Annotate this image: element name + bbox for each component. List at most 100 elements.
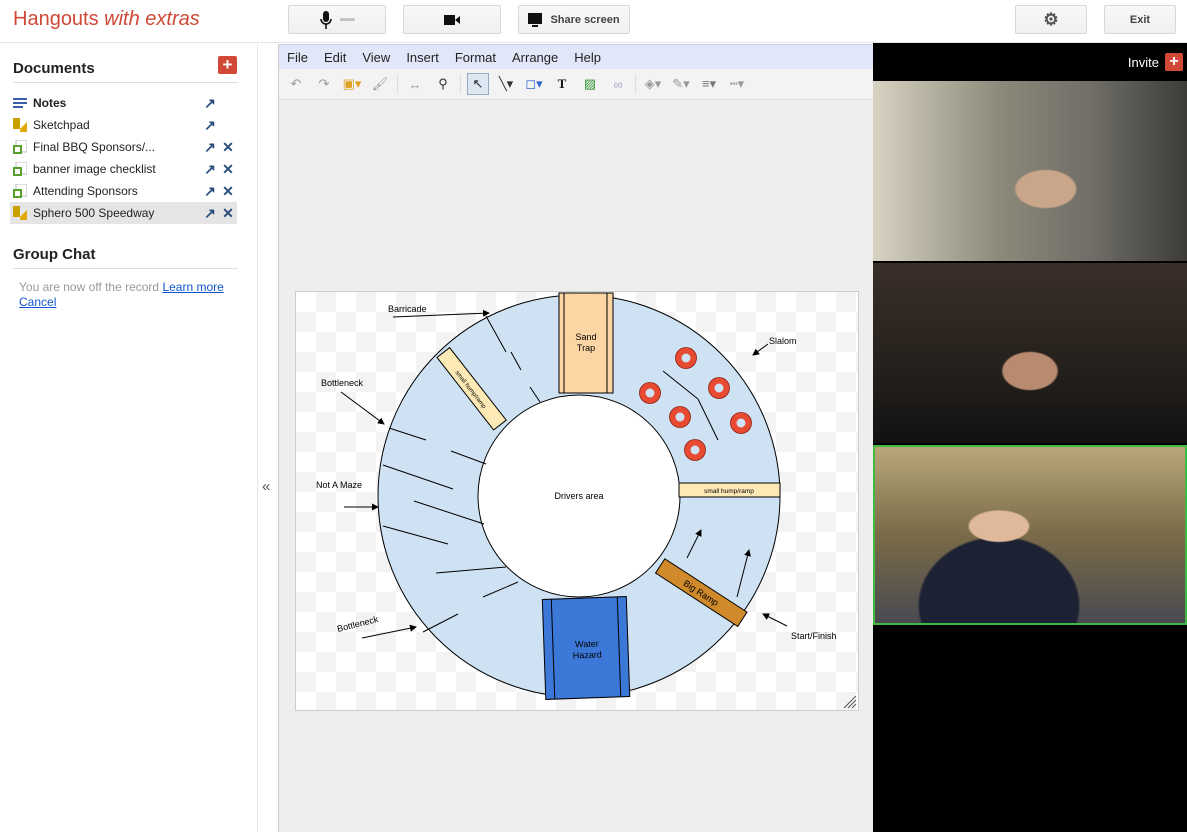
hump-label: small hump/ramp bbox=[704, 488, 754, 495]
separator bbox=[397, 74, 398, 94]
bottleneck-label: Bottleneck bbox=[321, 378, 364, 388]
invite-button[interactable]: Invite + bbox=[1128, 53, 1183, 71]
line-color-icon[interactable]: ✎▾ bbox=[670, 73, 692, 95]
menu-view[interactable]: View bbox=[362, 50, 398, 65]
insert-image-icon[interactable]: ▣▾ bbox=[341, 73, 363, 95]
spreadsheet-icon bbox=[13, 184, 27, 198]
add-document-button[interactable]: + bbox=[218, 56, 237, 74]
open-in-new-icon[interactable]: ↗ bbox=[201, 161, 219, 178]
drawing-icon bbox=[13, 118, 27, 132]
document-label: Attending Sponsors bbox=[33, 184, 138, 198]
invite-label: Invite bbox=[1127, 54, 1159, 70]
document-item[interactable]: Sketchpad ↗ bbox=[10, 114, 237, 136]
document-item[interactable]: banner image checklist ↗ ✕ bbox=[10, 158, 237, 180]
menu-bar: File Edit View Insert Format Arrange Help bbox=[279, 44, 873, 69]
line-weight-icon[interactable]: ≡▾ bbox=[698, 73, 720, 95]
mic-button[interactable]: ▪▪▪▪▪ bbox=[288, 5, 386, 34]
video-panel: Invite + bbox=[873, 43, 1187, 832]
document-label: banner image checklist bbox=[33, 162, 156, 176]
separator bbox=[635, 74, 636, 94]
document-label: Notes bbox=[33, 96, 67, 110]
open-in-new-icon[interactable]: ↗ bbox=[201, 183, 219, 200]
document-item[interactable]: Notes ↗ bbox=[10, 92, 237, 114]
line-icon[interactable]: ╲▾ bbox=[495, 73, 517, 95]
small-hump-ramp-right[interactable]: small hump/ramp bbox=[678, 482, 781, 498]
sand-trap[interactable]: SandTrap bbox=[558, 292, 614, 394]
participant-video-active[interactable] bbox=[873, 445, 1187, 625]
cancel-link[interactable]: Cancel bbox=[19, 295, 56, 309]
camera-button[interactable] bbox=[403, 5, 501, 34]
off-record-text: You are now off the record bbox=[19, 280, 163, 294]
spreadsheet-icon bbox=[13, 140, 27, 154]
document-item[interactable]: Sphero 500 Speedway ↗ ✕ bbox=[10, 202, 237, 224]
document-label: Sphero 500 Speedway bbox=[33, 206, 155, 220]
exit-label: Exit bbox=[1129, 13, 1151, 26]
shape-icon[interactable]: ◻▾ bbox=[523, 73, 545, 95]
drawing-icon bbox=[13, 206, 27, 220]
barricade-label: Barricade bbox=[388, 304, 427, 314]
fit-icon[interactable]: ↔ bbox=[404, 73, 426, 95]
open-in-new-icon[interactable]: ↗ bbox=[201, 117, 219, 134]
app-title-extras: with extras bbox=[104, 8, 200, 30]
sand-trap-label: Sand bbox=[575, 332, 596, 342]
drawing-editor: File Edit View Insert Format Arrange Help ↶ ↷ … bbox=[278, 44, 873, 832]
collapse-sidebar-button[interactable]: « bbox=[262, 478, 270, 495]
separator bbox=[460, 74, 461, 94]
fill-color-icon[interactable]: ◈▾ bbox=[642, 73, 664, 95]
resize-handle-icon[interactable] bbox=[843, 695, 857, 709]
exit-button[interactable]: Exit bbox=[1104, 5, 1176, 34]
sand-trap-label: Trap bbox=[577, 343, 595, 353]
undo-icon[interactable]: ↶ bbox=[285, 73, 307, 95]
notes-icon bbox=[13, 98, 27, 108]
group-chat-heading: Group Chat bbox=[13, 246, 96, 263]
open-in-new-icon[interactable]: ↗ bbox=[201, 95, 219, 112]
share-screen-button[interactable]: Share screen bbox=[518, 5, 630, 34]
slalom-label: Slalom bbox=[769, 336, 797, 346]
close-icon[interactable]: ✕ bbox=[219, 183, 237, 200]
drawing-canvas[interactable]: Sand Trap Water Hazard Big Ramp small hump… bbox=[295, 291, 859, 711]
not-a-maze-label: Not A Maze bbox=[316, 480, 362, 490]
document-item[interactable]: Final BBQ Sponsors/... ↗ ✕ bbox=[10, 136, 237, 158]
paint-format-icon[interactable]: 🖌 bbox=[369, 73, 391, 95]
app-title: Hangouts with extras bbox=[13, 8, 200, 31]
participant-video[interactable] bbox=[873, 263, 1187, 443]
select-icon[interactable]: ↖ bbox=[467, 73, 489, 95]
monitor-icon bbox=[528, 12, 543, 27]
share-screen-label: Share screen bbox=[550, 13, 620, 26]
divider bbox=[13, 82, 238, 83]
water-hazard-label: Hazard bbox=[573, 649, 602, 660]
chat-system-message: You are now off the record Learn more Ca… bbox=[19, 280, 229, 310]
water-hazard[interactable]: WaterHazard bbox=[541, 596, 631, 700]
close-icon[interactable]: ✕ bbox=[219, 139, 237, 156]
open-in-new-icon[interactable]: ↗ bbox=[201, 205, 219, 222]
menu-format[interactable]: Format bbox=[455, 50, 504, 65]
start-finish-label: Start/Finish bbox=[791, 631, 837, 641]
menu-help[interactable]: Help bbox=[574, 50, 609, 65]
app-title-main: Hangouts bbox=[13, 8, 105, 30]
document-item[interactable]: Attending Sponsors ↗ ✕ bbox=[10, 180, 237, 202]
video-camera-icon bbox=[444, 14, 460, 25]
settings-button[interactable]: ⚙ bbox=[1015, 5, 1087, 34]
spreadsheet-icon bbox=[13, 162, 27, 176]
open-in-new-icon[interactable]: ↗ bbox=[201, 139, 219, 156]
close-icon[interactable]: ✕ bbox=[219, 205, 237, 222]
zoom-icon[interactable]: ⚲ bbox=[432, 73, 454, 95]
link-icon[interactable]: ∞ bbox=[607, 73, 629, 95]
menu-insert[interactable]: Insert bbox=[406, 50, 447, 65]
menu-file[interactable]: File bbox=[287, 50, 316, 65]
text-box-icon[interactable]: T bbox=[551, 73, 573, 95]
close-icon[interactable]: ✕ bbox=[219, 161, 237, 178]
top-bar: Hangouts with extras ▪▪▪▪▪ Share screen … bbox=[0, 0, 1187, 43]
bottleneck-label: Bottleneck bbox=[336, 614, 380, 634]
redo-icon[interactable]: ↷ bbox=[313, 73, 335, 95]
menu-edit[interactable]: Edit bbox=[324, 50, 354, 65]
toolbar: ↶ ↷ ▣▾ 🖌 ↔ ⚲ ↖ ╲▾ ◻▾ T ▨ ∞ ◈▾ ✎▾ ≡▾ ┅▾ bbox=[279, 69, 873, 100]
microphone-icon bbox=[319, 10, 332, 29]
image-icon[interactable]: ▨ bbox=[579, 73, 601, 95]
learn-more-link[interactable]: Learn more bbox=[162, 280, 223, 294]
participant-video[interactable] bbox=[873, 81, 1187, 261]
line-dash-icon[interactable]: ┅▾ bbox=[726, 73, 748, 95]
drivers-area-label: Drivers area bbox=[554, 491, 603, 501]
water-hazard-label: Water bbox=[575, 639, 599, 650]
menu-arrange[interactable]: Arrange bbox=[512, 50, 566, 65]
